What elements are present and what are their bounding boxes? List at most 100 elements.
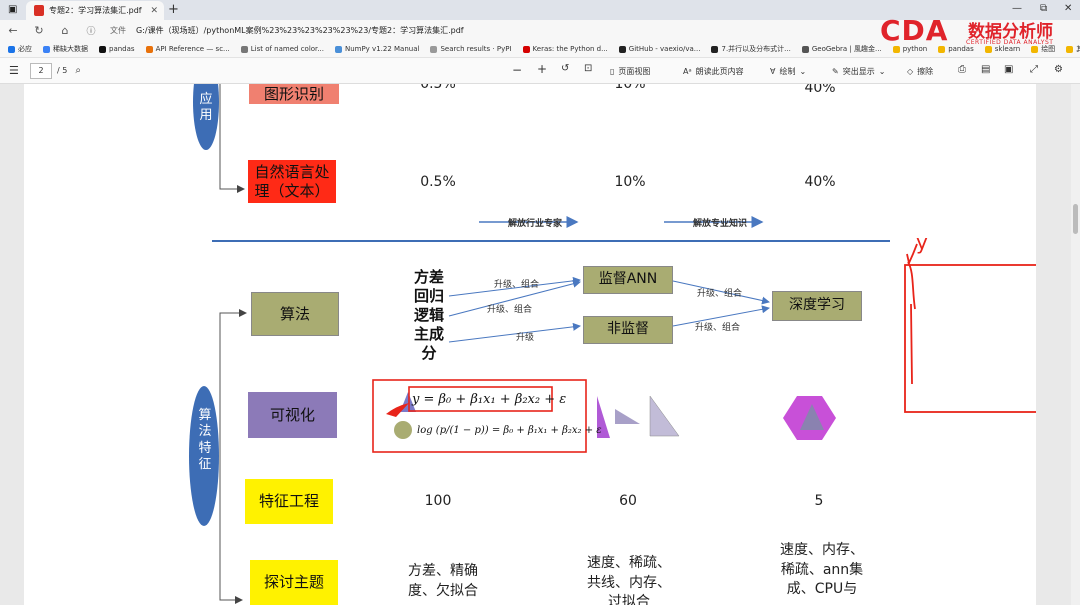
- bookmark-item[interactable]: NumPy v1.22 Manual: [334, 45, 419, 53]
- bookmark-item[interactable]: List of named color...: [240, 45, 324, 53]
- erase-button[interactable]: ◇ 擦除: [907, 66, 933, 77]
- nlp-v3: 40%: [804, 174, 836, 190]
- image-v2: 10%: [614, 84, 646, 92]
- bookmark-favicon-icon: [99, 45, 106, 53]
- print-icon[interactable]: ⎙: [958, 64, 966, 75]
- topic-col3: 速度、内存、稀疏、ann集成、CPU与: [780, 542, 864, 598]
- minimize-icon[interactable]: —: [1012, 3, 1022, 14]
- window-close-icon[interactable]: ✕: [1064, 3, 1072, 14]
- bookmark-item[interactable]: Keras: the Python d...: [522, 45, 608, 53]
- save-as-icon[interactable]: ▣: [1004, 64, 1013, 75]
- address-url[interactable]: G:/课件（现场班）/pythonML案例%23%23%23%23%23%23/…: [136, 25, 464, 36]
- nlp-v2: 10%: [614, 174, 646, 190]
- bookmark-item[interactable]: 稀缺大数据: [43, 44, 88, 54]
- bookmark-item[interactable]: GitHub - vaexio/va...: [618, 45, 701, 53]
- bookmark-favicon-icon: [522, 45, 530, 53]
- page-view-icon: ▯: [610, 67, 615, 76]
- page-total: / 5: [57, 66, 68, 75]
- save-icon[interactable]: ▤: [981, 64, 990, 75]
- page-view-button[interactable]: ▯ 页面视图: [610, 66, 650, 77]
- formula-linear: y = β₀ + β₁x₁ + β₂x₂ + ε: [412, 392, 567, 407]
- bookmark-favicon-icon: [801, 45, 809, 53]
- page-scrollbar[interactable]: [1071, 84, 1080, 605]
- box-deep-learning: 深度学习: [772, 291, 862, 321]
- bookmark-label: 必应: [18, 45, 32, 53]
- tab-active[interactable]: 专题2：学习算法集汇.pdf ✕: [26, 1, 164, 20]
- up-combo-label-2: 升级、组合: [487, 305, 533, 315]
- image-v1: 0.5%: [420, 84, 456, 92]
- highlight-icon: ✎: [832, 67, 839, 76]
- bookmark-label: pandas: [109, 45, 135, 53]
- formula-logistic: log (p/(1 − p)) = β₀ + β₁x₁ + β₂x₂ + ε: [417, 425, 602, 436]
- box-feature-engineering: 特征工程: [245, 479, 333, 524]
- bookmark-favicon-icon: [334, 45, 342, 53]
- box-supervised: 监督ANN: [583, 266, 673, 294]
- box-visualization: 可视化: [248, 392, 337, 438]
- feature-v3: 5: [814, 493, 824, 509]
- chevron-down-icon: ⌄: [878, 67, 886, 76]
- new-tab-button[interactable]: +: [168, 2, 179, 17]
- draw-icon: ∀: [770, 67, 776, 76]
- box-image-recognition: 图形识别: [249, 84, 339, 104]
- bookmark-label: List of named color...: [250, 45, 324, 53]
- zoom-in-icon[interactable]: +: [537, 62, 547, 76]
- search-icon[interactable]: ⌕: [75, 65, 81, 76]
- bookmark-label: 其他收藏夹: [1076, 44, 1080, 54]
- read-aloud-button[interactable]: Aᵃ 朗读此页内容: [683, 66, 744, 77]
- eraser-icon: ◇: [907, 67, 914, 76]
- rotate-icon[interactable]: ↺: [561, 63, 569, 74]
- bookmark-item[interactable]: GeoGebra | 風趣金...: [801, 44, 882, 54]
- wedge-icon: [615, 409, 640, 424]
- page-number-input[interactable]: 2: [30, 62, 52, 79]
- bookmark-favicon-icon: [430, 45, 438, 53]
- back-icon[interactable]: ←: [0, 24, 26, 37]
- sidebar-toggle-icon[interactable]: ▣: [8, 4, 17, 15]
- bookmark-item[interactable]: 7.并行以及分布式计...: [711, 44, 791, 54]
- close-tab-icon[interactable]: ✕: [150, 6, 158, 16]
- bookmark-label: Search results · PyPI: [440, 45, 512, 53]
- topic-col2: 速度、稀疏、共线、内存、过拟合: [587, 555, 671, 605]
- fit-page-icon[interactable]: ⊡: [584, 63, 592, 74]
- up-combo-label-3: 升级、组合: [697, 289, 743, 299]
- bookmark-favicon-icon: [8, 45, 15, 53]
- free-industry-label: 解放行业专家: [508, 219, 563, 229]
- home-icon[interactable]: ⌂: [52, 24, 78, 37]
- info-icon: ⓘ: [86, 27, 96, 37]
- fullscreen-icon[interactable]: ⤢: [1030, 64, 1038, 75]
- bookmark-favicon-icon: [145, 45, 153, 53]
- bookmark-item[interactable]: API Reference — sc...: [145, 45, 230, 53]
- diagram-lines: [189, 84, 1036, 604]
- bookmark-item[interactable]: pandas: [99, 45, 135, 53]
- scrollbar-thumb[interactable]: [1073, 204, 1078, 234]
- bookmark-item[interactable]: Search results · PyPI: [430, 45, 512, 53]
- image-v3: 40%: [804, 84, 836, 96]
- right-triangle-icon: [649, 395, 680, 437]
- draw-button[interactable]: ∀ 绘制 ⌄: [770, 66, 806, 77]
- box-algorithm: 算法: [251, 292, 339, 336]
- highlight-button[interactable]: ✎ 突出显示 ⌄: [832, 66, 885, 77]
- bookmark-label: sklearn: [994, 45, 1021, 53]
- bookmark-item[interactable]: 必应: [8, 44, 32, 54]
- up-label: 升级: [516, 333, 535, 343]
- zoom-out-icon[interactable]: −: [512, 63, 522, 77]
- bookmark-favicon-icon: [1031, 45, 1039, 53]
- bookmark-label: API Reference — sc...: [155, 45, 230, 53]
- bookmark-item[interactable]: 其他收藏夹: [1066, 44, 1080, 54]
- bookmark-label: GitHub - vaexio/va...: [628, 45, 701, 53]
- tab-title: 专题2：学习算法集汇.pdf: [49, 6, 142, 15]
- cda-logo: CDA: [880, 14, 949, 47]
- bookmark-favicon-icon: [1066, 45, 1074, 53]
- bookmark-item[interactable]: sklearn: [984, 45, 1021, 53]
- oval-algorithm-features-label: 算法特征: [198, 408, 212, 472]
- annotation-y: y: [916, 230, 928, 254]
- settings-gear-icon[interactable]: ⚙: [1054, 64, 1063, 75]
- bookmark-label: pandas: [948, 45, 974, 53]
- bookmark-favicon-icon: [240, 45, 248, 53]
- algo-methods: 方差 回归 逻辑 主成 分: [413, 268, 444, 363]
- pdf-icon: [34, 5, 44, 16]
- maximize-icon[interactable]: ⧉: [1040, 3, 1047, 14]
- bookmark-label: 7.并行以及分布式计...: [721, 45, 791, 53]
- contents-icon[interactable]: ☰: [9, 64, 19, 77]
- refresh-icon[interactable]: ↻: [26, 24, 52, 37]
- pdf-page: 应用 算法特征 图形识别 0.5% 10% 40% 自然语言处理（文本） 0.5…: [24, 84, 1036, 605]
